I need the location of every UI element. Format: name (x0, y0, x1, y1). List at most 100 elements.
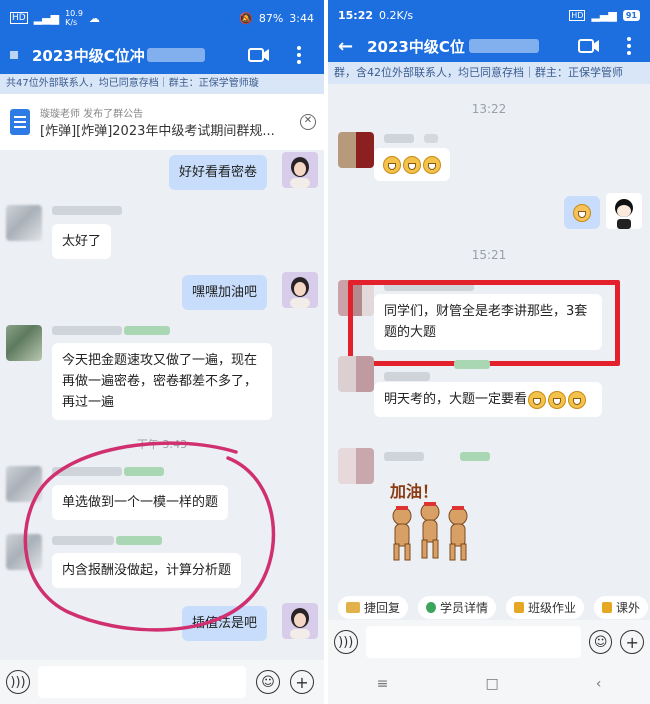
more-menu-icon[interactable] (624, 35, 634, 57)
back-icon[interactable]: ← (338, 36, 353, 57)
quick-reply-button[interactable]: 捷回复 (338, 595, 409, 619)
emoji-icon[interactable]: ☺ (588, 630, 613, 654)
group-info-bar[interactable]: 群，含42位外部联系人，均已同意存档｜群主：正保学管师 (328, 62, 650, 84)
status-bar: HD ▂▄▆ 10.9 K/s ☁ 🔕 87% 3:44 (0, 0, 324, 36)
sender-name-redacted (384, 452, 424, 461)
sender-name-redacted (384, 372, 430, 381)
time-divider: 下午 3:43 (136, 438, 188, 451)
avatar[interactable] (282, 603, 318, 639)
battery-level: 91 (622, 9, 640, 21)
message-bubble[interactable]: 明天考的，大题一定要看 (374, 382, 602, 417)
sender-name-redacted (424, 134, 438, 143)
message-bubble[interactable]: 太好了 (52, 224, 112, 259)
system-nav-bar: ≡ □ ‹ (328, 664, 650, 704)
avatar[interactable] (6, 466, 42, 502)
home-nav-icon[interactable]: □ (485, 676, 498, 692)
grin-emoji-icon (403, 155, 421, 174)
title-redacted (146, 48, 205, 62)
chat-title: 2023中级C位 (367, 37, 465, 56)
message-input[interactable] (365, 626, 581, 658)
avatar[interactable] (282, 272, 318, 308)
announcement-author: 璇璇老师 发布了群公告 (40, 109, 144, 120)
grin-emoji-icon (528, 390, 547, 409)
avatar[interactable] (338, 132, 374, 168)
sender-tag-redacted (454, 360, 490, 369)
net-speed: 10.9 K/s (65, 9, 83, 27)
message-input-bar: ))) ☺ + (328, 620, 650, 664)
time-divider: 13:22 (471, 102, 507, 116)
avatar[interactable] (338, 448, 374, 484)
signal-icon: ▂▄▆ (591, 8, 617, 22)
class-homework-button[interactable]: 班级作业 (506, 595, 585, 619)
avatar[interactable] (6, 534, 42, 570)
emoji-message[interactable] (564, 196, 600, 229)
signal-icon: ▂▄▆ (33, 11, 60, 25)
chat-title: 2023中级C位冲 (32, 46, 145, 65)
message-input[interactable] (38, 666, 246, 698)
status-bar: 15:22 0.2K/s HD ▂▄▆ 91 (328, 0, 650, 30)
avatar[interactable] (6, 205, 42, 241)
video-call-icon[interactable] (248, 46, 270, 64)
sender-name-redacted (52, 467, 122, 476)
message-bubble[interactable]: 插值法是吧 (182, 606, 268, 641)
menu-nav-icon[interactable]: ≡ (377, 676, 389, 692)
battery-level: 87% (258, 11, 284, 25)
sender-name-redacted (52, 326, 122, 335)
time-divider: 15:21 (471, 248, 507, 262)
sender-tag-redacted (460, 452, 490, 461)
student-details-button[interactable]: 学员详情 (418, 595, 497, 619)
group-announcement[interactable]: 璇璇老师 发布了群公告 [炸弹][炸弹]2023年中级考试期间群规... ✕ (0, 94, 324, 150)
sender-tag-redacted (124, 326, 170, 335)
message-bubble[interactable]: 今天把金题速攻又做了一遍，现在再做一遍密卷，密卷都差不多了，再过一遍 (52, 343, 272, 420)
clock: 15:22 (338, 8, 374, 22)
emoji-icon[interactable]: ☺ (256, 670, 280, 694)
more-menu-icon[interactable] (294, 44, 304, 66)
sender-name-redacted (52, 206, 122, 215)
message-bubble[interactable]: 好好看看密卷 (169, 155, 268, 190)
sender-name-redacted (52, 536, 114, 545)
grin-emoji-icon (423, 155, 441, 174)
net-speed: 0.2K/s (379, 8, 414, 22)
homework-icon (514, 601, 525, 613)
right-phone-screen: 15:22 0.2K/s HD ▂▄▆ 91 ← 2023中级C位 群，含42位… (328, 0, 650, 704)
announcement-text: [炸弹][炸弹]2023年中级考试期间群规... (40, 124, 275, 139)
cheer-sticker[interactable]: 加油！ (380, 478, 490, 561)
group-info-bar[interactable]: 共47位外部联系人，均已同意存档｜群主：正保学管师璇 (0, 74, 324, 94)
title-redacted (468, 39, 539, 53)
close-icon[interactable]: ✕ (300, 114, 316, 130)
video-call-icon[interactable] (578, 37, 600, 55)
avatar[interactable] (282, 152, 318, 188)
grin-emoji-icon (548, 390, 567, 409)
announcement-icon (10, 109, 30, 135)
avatar[interactable] (338, 356, 374, 392)
grin-emoji-icon (568, 390, 587, 409)
sender-tag-redacted (124, 467, 164, 476)
chat-header: 2023中级C位冲 (0, 36, 324, 74)
back-nav-icon[interactable]: ‹ (596, 676, 602, 692)
avatar[interactable] (606, 193, 642, 229)
message-bubble[interactable]: 嘿嘿加油吧 (182, 275, 268, 310)
grin-emoji-icon (383, 155, 401, 174)
app-notification-icon: ☁ (88, 11, 100, 25)
emoji-message[interactable] (374, 148, 450, 181)
voice-icon[interactable]: ))) (6, 670, 30, 694)
extracurricular-icon (602, 601, 613, 613)
add-icon[interactable]: + (290, 670, 314, 694)
mute-icon: 🔕 (239, 11, 253, 25)
chat-header: ← 2023中级C位 (328, 30, 650, 62)
message-text: 明天考的，大题一定要看 (384, 392, 528, 407)
avatar[interactable] (6, 325, 42, 361)
highlight-box (348, 280, 620, 366)
add-icon[interactable]: + (620, 630, 644, 654)
back-icon[interactable] (10, 51, 18, 59)
dancing-figures-icon (392, 502, 468, 561)
voice-icon[interactable]: ))) (334, 630, 358, 654)
student-icon (426, 601, 437, 613)
sender-tag-redacted (116, 536, 162, 545)
sender-name-redacted (384, 134, 414, 143)
message-bubble[interactable]: 单选做到一个一模一样的题 (52, 485, 229, 520)
message-bubble[interactable]: 内含报酬没做起，计算分析题 (52, 553, 242, 588)
message-input-bar: ))) ☺ + (0, 660, 324, 704)
hd-signal-icon: HD (569, 9, 586, 21)
extracurricular-button[interactable]: 课外 (594, 595, 649, 619)
